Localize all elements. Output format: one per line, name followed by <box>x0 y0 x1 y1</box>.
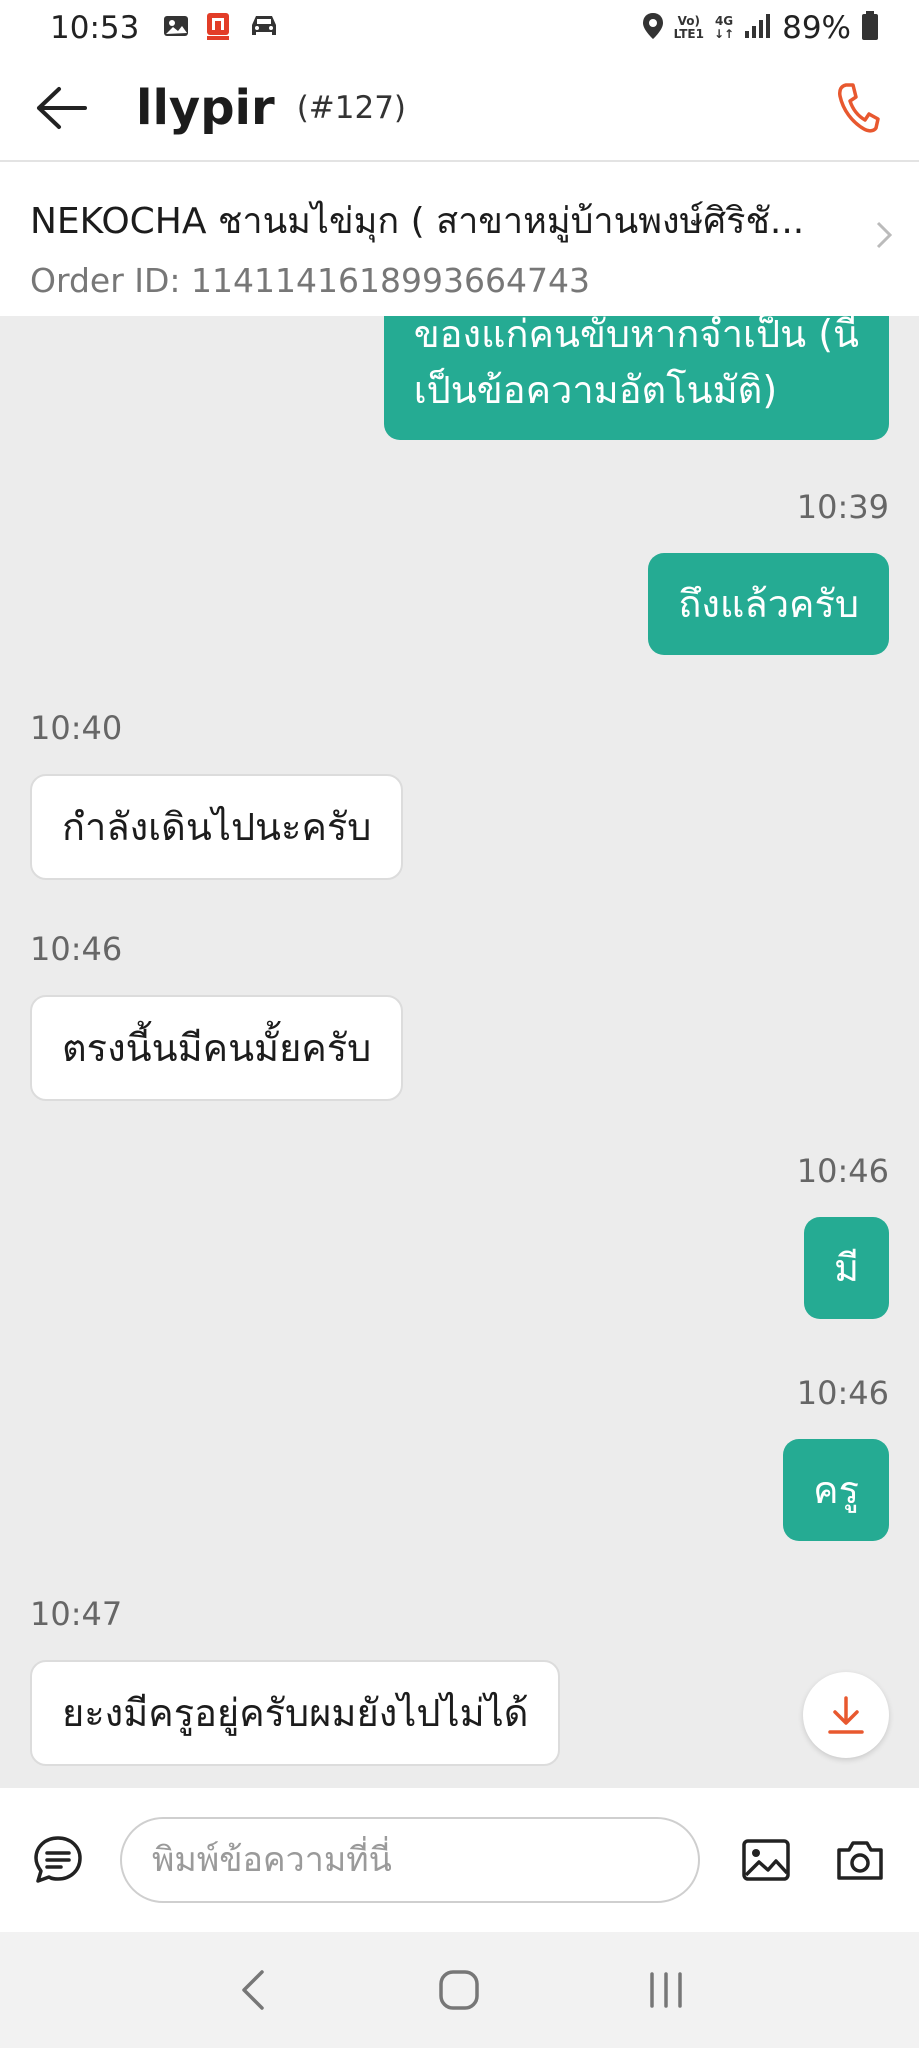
gallery-icon <box>163 13 189 43</box>
message-bubble-out: ถึงแล้วครับ <box>648 553 889 655</box>
back-button[interactable] <box>30 77 92 139</box>
message-bubble-in: ยะงมีครูอยู่ครับผมยังไปไม่ได้ <box>30 1660 561 1766</box>
volte-indicator: Vo) LTE1 <box>673 14 704 41</box>
chevron-right-icon <box>875 220 893 254</box>
message-timestamp: 10:47 <box>30 1595 123 1633</box>
message-timestamp: 10:39 <box>796 488 889 526</box>
signal-icon <box>744 13 772 43</box>
app-notification-icon <box>205 11 231 45</box>
car-icon <box>247 13 281 43</box>
download-arrow-icon <box>828 1696 864 1734</box>
message-list[interactable]: ของแก่คนขับหากจำเป็น (นี่ เป็นข้อความอัต… <box>0 316 919 1788</box>
message-bubble-out: มี <box>803 1217 889 1319</box>
chat-screen: 10:53 Vo) LTE1 4G ↓↑ 89% llypir (#127) N… <box>0 0 919 2048</box>
nav-home-icon <box>439 1970 480 2010</box>
camera-icon <box>837 1841 883 1880</box>
message-timestamp: 10:40 <box>30 709 123 747</box>
phone-icon <box>838 83 880 133</box>
nav-recents-button[interactable] <box>626 1950 706 2030</box>
message-bubble-in: ตรงนี้นมีคนมั้ยครับ <box>30 995 404 1101</box>
nav-home-button[interactable] <box>419 1950 499 2030</box>
order-id: Order ID: 1141141618993664743 <box>30 261 590 300</box>
message-input[interactable] <box>120 1817 700 1903</box>
camera-button[interactable] <box>830 1830 890 1890</box>
message-timestamp: 10:46 <box>796 1152 889 1190</box>
nav-back-icon <box>242 1970 264 2010</box>
network-type: 4G ↓↑ <box>713 14 735 41</box>
system-navigation-bar <box>0 1932 919 2048</box>
battery-percent: 89% <box>782 10 851 46</box>
status-bar: 10:53 Vo) LTE1 4G ↓↑ 89% <box>0 0 919 56</box>
scroll-to-bottom-button[interactable] <box>803 1672 889 1758</box>
order-number: (#127) <box>296 90 407 126</box>
nav-back-button[interactable] <box>213 1950 293 2030</box>
status-time: 10:53 <box>50 10 140 46</box>
send-image-button[interactable] <box>736 1830 796 1890</box>
chat-title: llypir <box>136 80 275 136</box>
chat-header: llypir (#127) <box>0 56 919 162</box>
location-icon <box>642 12 664 44</box>
chat-bubble-icon <box>34 1836 82 1883</box>
message-bubble-in: กำลังเดินไปนะครับ <box>30 774 404 880</box>
back-arrow-icon <box>37 87 87 129</box>
message-timestamp: 10:46 <box>796 1374 889 1412</box>
merchant-bar[interactable]: NEKOCHA ชานมไข่มุก ( สาขาหมู่บ้านพงษ์ศิร… <box>0 162 919 316</box>
call-button[interactable] <box>827 77 889 139</box>
battery-icon <box>861 11 879 45</box>
message-timestamp: 10:46 <box>30 930 123 968</box>
image-icon <box>742 1839 790 1881</box>
message-bubble-out: ครู <box>783 1439 889 1541</box>
nav-recents-icon <box>650 1972 682 2008</box>
message-composer <box>0 1788 919 1932</box>
quick-reply-button[interactable] <box>28 1830 88 1890</box>
message-bubble-out: ของแก่คนขับหากจำเป็น (นี่ เป็นข้อความอัต… <box>383 316 889 440</box>
merchant-name: NEKOCHA ชานมไข่มุก ( สาขาหมู่บ้านพงษ์ศิร… <box>30 201 805 242</box>
